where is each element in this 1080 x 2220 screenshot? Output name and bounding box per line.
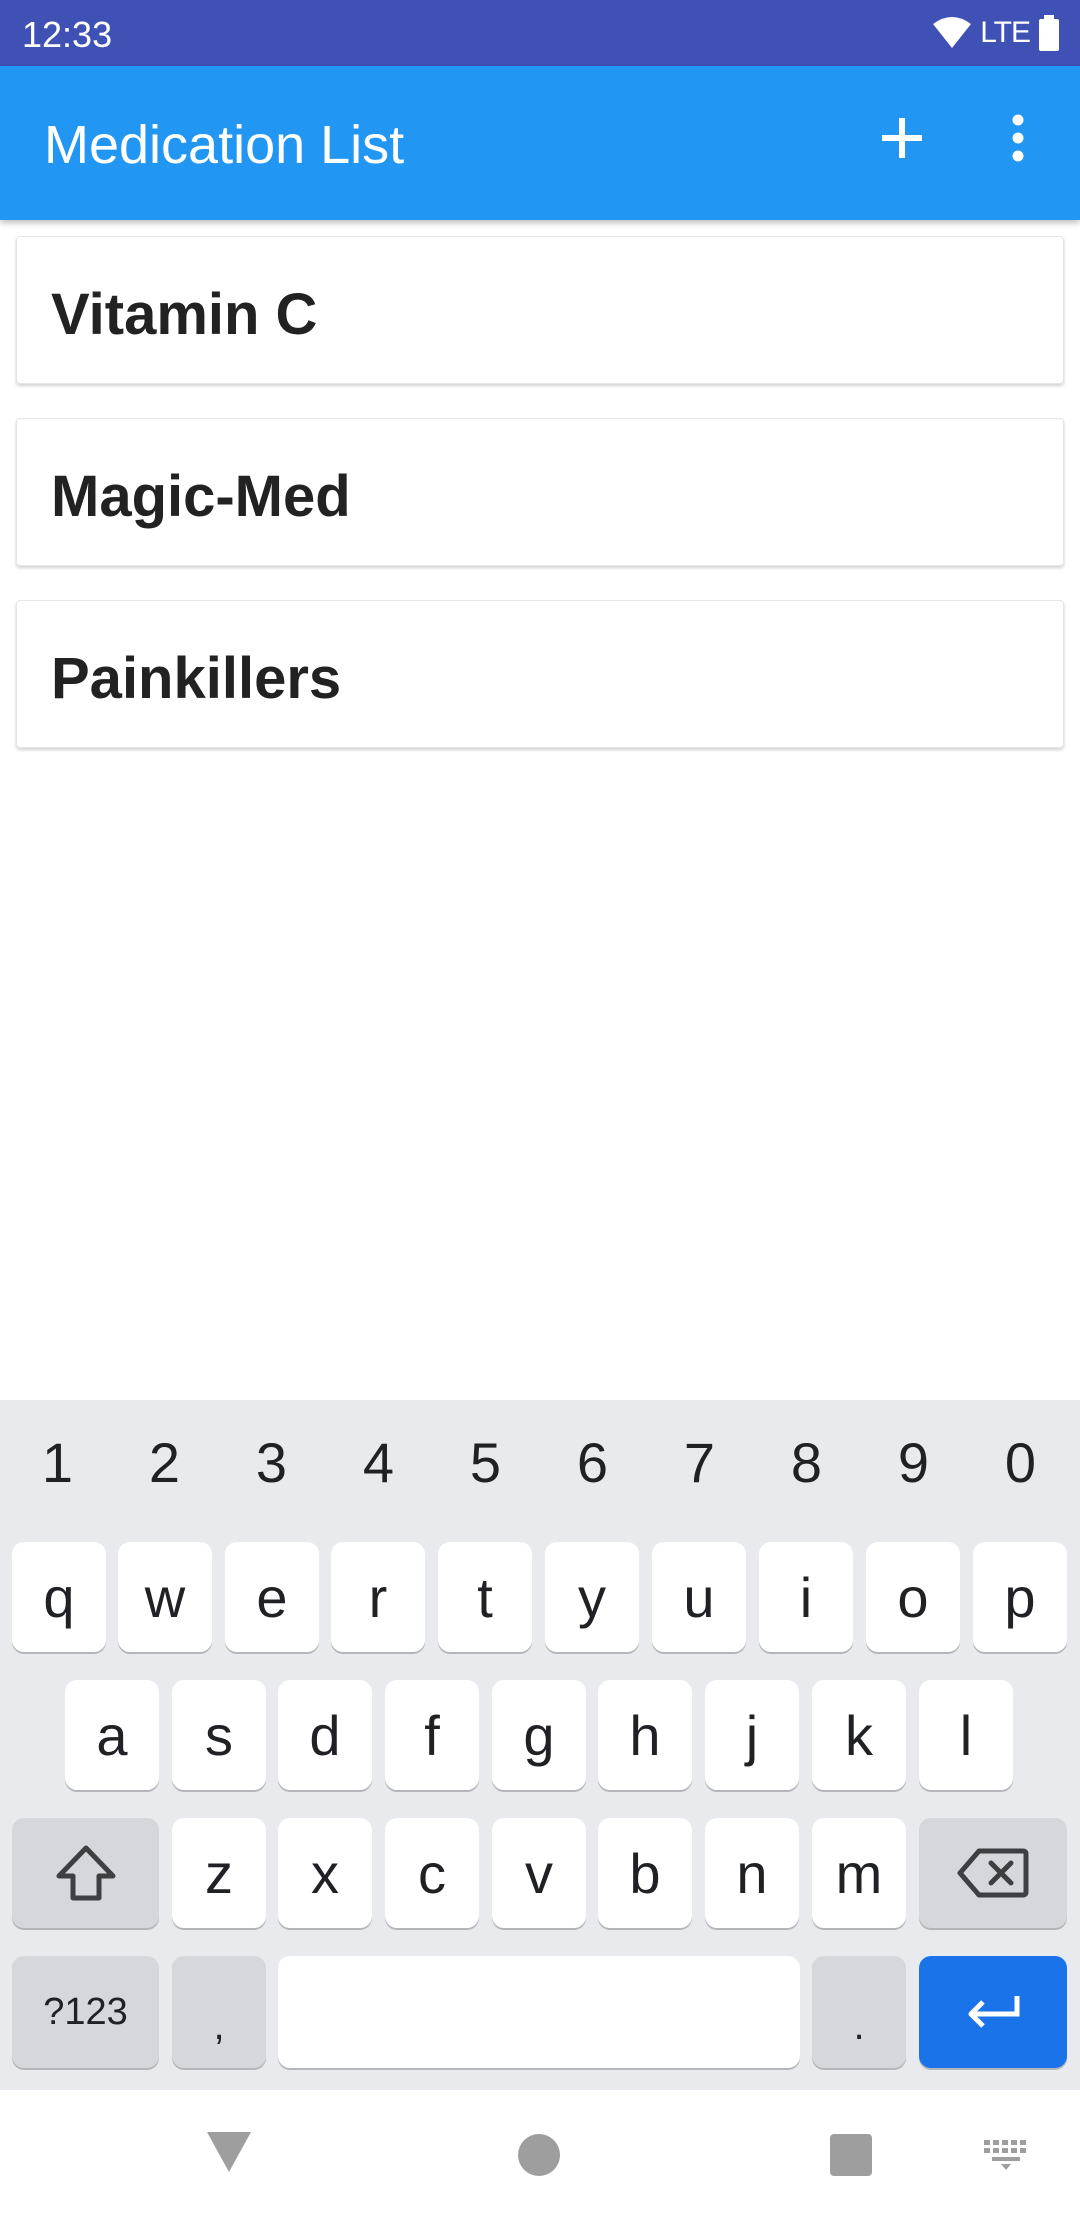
comma-key-label: , [213,2003,225,2048]
key-t[interactable]: t [438,1542,532,1652]
medication-card[interactable]: Vitamin C [16,236,1064,384]
home-icon[interactable] [518,2134,560,2176]
key-d[interactable]: d [278,1680,372,1790]
key-h[interactable]: h [598,1680,692,1790]
enter-icon [968,1996,1020,2028]
period-key-label: . [853,2003,865,2048]
key-v[interactable]: v [492,1818,586,1928]
medication-list: Vitamin C Magic-Med Painkillers [16,236,1064,782]
keyboard-number-row: 1 2 3 4 5 6 7 8 9 0 [0,1430,1080,1500]
key-y[interactable]: y [545,1542,639,1652]
key-u[interactable]: u [652,1542,746,1652]
key-g[interactable]: g [492,1680,586,1790]
status-time: 12:33 [22,14,113,55]
medication-name: Magic-Med [51,464,351,529]
key-r[interactable]: r [331,1542,425,1652]
key-4[interactable]: 4 [325,1430,432,1495]
key-a[interactable]: a [65,1680,159,1790]
backspace-icon [957,1848,1029,1898]
key-8[interactable]: 8 [753,1430,860,1495]
key-e[interactable]: e [225,1542,319,1652]
battery-icon [1039,15,1059,51]
key-j[interactable]: j [705,1680,799,1790]
key-2[interactable]: 2 [111,1430,218,1495]
key-f[interactable]: f [385,1680,479,1790]
key-w[interactable]: w [118,1542,212,1652]
key-s[interactable]: s [172,1680,266,1790]
backspace-key[interactable] [919,1818,1067,1928]
soft-keyboard: 1 2 3 4 5 6 7 8 9 0 q w e r t y u i o p … [0,1400,1080,2090]
key-c[interactable]: c [385,1818,479,1928]
keyboard-switch-icon[interactable] [984,2140,1028,2170]
key-n[interactable]: n [705,1818,799,1928]
key-z[interactable]: z [172,1818,266,1928]
network-type-label: LTE [980,16,1031,49]
key-l[interactable]: l [919,1680,1013,1790]
back-icon[interactable] [205,2130,253,2174]
add-icon [882,118,922,158]
overflow-menu-button[interactable] [990,106,1046,170]
key-i[interactable]: i [759,1542,853,1652]
key-0[interactable]: 0 [967,1430,1074,1495]
recents-icon[interactable] [830,2134,872,2176]
key-q[interactable]: q [12,1542,106,1652]
system-nav-bar [0,2090,1080,2220]
key-p[interactable]: p [973,1542,1067,1652]
medication-name: Vitamin C [51,282,318,347]
app-bar: Medication List [0,66,1080,220]
medication-card[interactable]: Magic-Med [16,418,1064,566]
key-x[interactable]: x [278,1818,372,1928]
key-5[interactable]: 5 [432,1430,539,1495]
more-vert-icon [1012,114,1024,162]
period-key[interactable]: . [812,1956,906,2068]
medication-card[interactable]: Painkillers [16,600,1064,748]
add-medication-button[interactable] [870,106,934,170]
shift-icon [56,1845,115,1901]
key-9[interactable]: 9 [860,1430,967,1495]
key-1[interactable]: 1 [4,1430,111,1495]
symbols-key[interactable]: ?123 [12,1956,159,2068]
space-key[interactable] [278,1956,800,2068]
key-3[interactable]: 3 [218,1430,325,1495]
key-6[interactable]: 6 [539,1430,646,1495]
page-title: Medication List [44,115,405,175]
wifi-icon [933,17,972,48]
medication-name: Painkillers [51,646,342,711]
key-m[interactable]: m [812,1818,906,1928]
status-bar: 12:33 LTE [0,0,1080,66]
enter-key[interactable] [919,1956,1067,2068]
status-icons: LTE [932,14,1060,52]
comma-key[interactable]: , [172,1956,266,2068]
key-o[interactable]: o [866,1542,960,1652]
shift-key[interactable] [12,1818,159,1928]
key-b[interactable]: b [598,1818,692,1928]
key-7[interactable]: 7 [646,1430,753,1495]
key-k[interactable]: k [812,1680,906,1790]
